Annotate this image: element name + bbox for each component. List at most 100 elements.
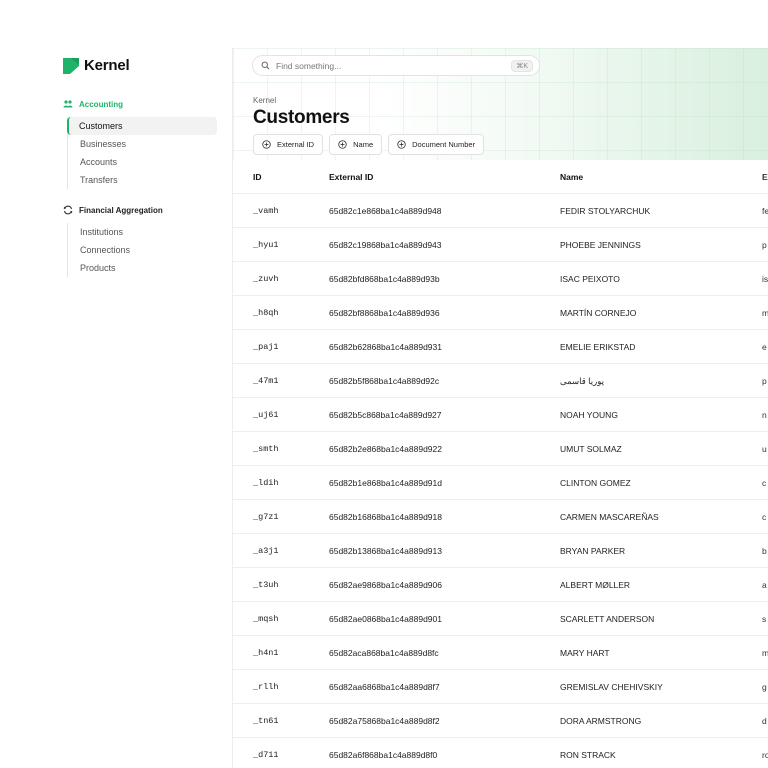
cell-name: BRYAN PARKER bbox=[560, 546, 626, 556]
financial-aggregation-nav: Institutions Connections Products bbox=[67, 223, 217, 277]
cell-name: ALBERT MØLLER bbox=[560, 580, 631, 590]
cell-name: PHOEBE JENNINGS bbox=[560, 240, 641, 250]
cell-external-id: 65d82a75868ba1c4a889d8f2 bbox=[329, 716, 440, 726]
table-row[interactable]: _a3j1 65d82b13868ba1c4a889d913 BRYAN PARKE… bbox=[233, 534, 768, 568]
column-header-email[interactable]: E bbox=[762, 160, 768, 194]
cell-id: _rllh bbox=[253, 682, 279, 692]
filter-name-button[interactable]: Name bbox=[329, 134, 383, 155]
cell-external-id: 65d82bf8868ba1c4a889d936 bbox=[329, 308, 440, 318]
cell-id: _h4n1 bbox=[253, 648, 279, 658]
cell-email: a bbox=[762, 580, 767, 590]
cell-email: m bbox=[762, 648, 768, 658]
table-row[interactable]: _zuvh 65d82bfd868ba1c4a889d93b ISAC PEIXOT… bbox=[233, 262, 768, 296]
cell-external-id: 65d82a6f868ba1c4a889d8f0 bbox=[329, 750, 438, 760]
cell-name: NOAH YOUNG bbox=[560, 410, 618, 420]
cell-name: SCARLETT ANDERSON bbox=[560, 614, 655, 624]
filter-label: External ID bbox=[277, 140, 315, 149]
cell-name: UMUT SOLMAZ bbox=[560, 444, 622, 454]
table-row[interactable]: _mqsh 65d82ae0868ba1c4a889d901 SCARLETT AN… bbox=[233, 602, 768, 636]
sidebar-section-accounting[interactable]: Accounting bbox=[63, 99, 123, 109]
table-row[interactable]: _rllh 65d82aa6868ba1c4a889d8f7 GREMISLAV C… bbox=[233, 670, 768, 704]
cell-email: e bbox=[762, 342, 767, 352]
table-row[interactable]: _47m1 65d82b5f868ba1c4a889d92c پوریا قاسمی… bbox=[233, 364, 768, 398]
cell-name: FEDIR STOLYARCHUK bbox=[560, 206, 651, 216]
customers-table: ID External ID Name E _vamh 65d82c1e868ba… bbox=[233, 160, 768, 768]
search-icon bbox=[261, 61, 270, 70]
table-row[interactable]: _vamh 65d82c1e868ba1c4a889d948 FEDIR STOLY… bbox=[233, 194, 768, 228]
app-logo[interactable]: Kernel bbox=[63, 57, 130, 74]
app-name: Kernel bbox=[84, 57, 130, 74]
filter-chips: External ID Name Document Number bbox=[253, 134, 485, 155]
sidebar-item-institutions[interactable]: Institutions bbox=[68, 223, 217, 241]
cell-email: fe bbox=[762, 206, 768, 216]
cell-name: EMELIE ERIKSTAD bbox=[560, 342, 636, 352]
cell-name: MARY HART bbox=[560, 648, 610, 658]
sidebar: Kernel Accounting Customers Businesses A… bbox=[0, 0, 232, 768]
cell-name: پوریا قاسمی bbox=[560, 376, 604, 386]
cell-email: c bbox=[762, 512, 767, 522]
table-row[interactable]: _hyu1 65d82c19868ba1c4a889d943 PHOEBE JENN… bbox=[233, 228, 768, 262]
table-row[interactable]: _d711 65d82a6f868ba1c4a889d8f0 RON STRACK r… bbox=[233, 738, 768, 768]
cell-id: _d711 bbox=[253, 750, 279, 760]
cell-name: ISAC PEIXOTO bbox=[560, 274, 620, 284]
cell-id: _vamh bbox=[253, 206, 279, 216]
cell-name: RON STRACK bbox=[560, 750, 616, 760]
table-row[interactable]: _uj61 65d82b5c868ba1c4a889d927 NOAH YOUNG n bbox=[233, 398, 768, 432]
cell-name: MARTÍN CORNEJO bbox=[560, 308, 637, 318]
cell-id: _ldih bbox=[253, 478, 279, 488]
table-row[interactable]: _h8qh 65d82bf8868ba1c4a889d936 MARTÍN CORN… bbox=[233, 296, 768, 330]
users-icon bbox=[63, 100, 73, 108]
search-bar[interactable]: ⌘K bbox=[252, 55, 540, 76]
sidebar-section-label: Accounting bbox=[79, 99, 123, 109]
search-shortcut-badge: ⌘K bbox=[511, 59, 533, 72]
table-header: ID External ID Name E bbox=[233, 160, 768, 194]
column-header-external-id[interactable]: External ID bbox=[329, 160, 549, 194]
sidebar-item-connections[interactable]: Connections bbox=[68, 241, 217, 259]
cell-email: is bbox=[762, 274, 768, 284]
cell-id: _a3j1 bbox=[253, 546, 279, 556]
column-header-name[interactable]: Name bbox=[560, 160, 750, 194]
table-row[interactable]: _t3uh 65d82ae9868ba1c4a889d906 ALBERT MØLL… bbox=[233, 568, 768, 602]
cell-id: _zuvh bbox=[253, 274, 279, 284]
table-row[interactable]: _smth 65d82b2e868ba1c4a889d922 UMUT SOLMAZ… bbox=[233, 432, 768, 466]
breadcrumb[interactable]: Kernel bbox=[253, 96, 276, 105]
cell-email: g bbox=[762, 682, 767, 692]
plus-circle-icon bbox=[262, 140, 271, 149]
kernel-logo-icon bbox=[63, 57, 79, 74]
plus-circle-icon bbox=[397, 140, 406, 149]
column-header-id[interactable]: ID bbox=[253, 160, 323, 194]
cell-email: s bbox=[762, 614, 767, 624]
search-input[interactable] bbox=[276, 60, 496, 71]
cell-external-id: 65d82b62868ba1c4a889d931 bbox=[329, 342, 442, 352]
sidebar-item-businesses[interactable]: Businesses bbox=[68, 135, 217, 153]
sidebar-item-products[interactable]: Products bbox=[68, 259, 217, 277]
table-row[interactable]: _tn61 65d82a75868ba1c4a889d8f2 DORA ARMSTR… bbox=[233, 704, 768, 738]
cell-external-id: 65d82ae0868ba1c4a889d901 bbox=[329, 614, 442, 624]
sidebar-item-customers[interactable]: Customers bbox=[67, 117, 217, 135]
cell-external-id: 65d82b1e868ba1c4a889d91d bbox=[329, 478, 442, 488]
cell-external-id: 65d82b5f868ba1c4a889d92c bbox=[329, 376, 440, 386]
table-row[interactable]: _g7z1 65d82b16868ba1c4a889d918 CARMEN MASC… bbox=[233, 500, 768, 534]
cell-name: CARMEN MASCAREÑAS bbox=[560, 512, 659, 522]
filter-document-number-button[interactable]: Document Number bbox=[388, 134, 485, 155]
sidebar-item-accounts[interactable]: Accounts bbox=[68, 153, 217, 171]
table-row[interactable]: _paj1 65d82b62868ba1c4a889d931 EMELIE ERIK… bbox=[233, 330, 768, 364]
accounting-nav: Customers Businesses Accounts Transfers bbox=[67, 117, 217, 189]
cell-email: d bbox=[762, 716, 767, 726]
table-body: _vamh 65d82c1e868ba1c4a889d948 FEDIR STOLY… bbox=[233, 194, 768, 768]
cell-name: DORA ARMSTRONG bbox=[560, 716, 642, 726]
sidebar-section-financial-aggregation[interactable]: Financial Aggregation bbox=[63, 205, 163, 215]
sidebar-item-transfers[interactable]: Transfers bbox=[68, 171, 217, 189]
filter-external-id-button[interactable]: External ID bbox=[253, 134, 324, 155]
page-title: Customers bbox=[253, 107, 350, 128]
table-row[interactable]: _ldih 65d82b1e868ba1c4a889d91d CLINTON GOM… bbox=[233, 466, 768, 500]
cell-id: _g7z1 bbox=[253, 512, 279, 522]
sidebar-section-label: Financial Aggregation bbox=[79, 205, 163, 215]
cell-id: _uj61 bbox=[253, 410, 279, 420]
cell-name: GREMISLAV CHEHIVSKIY bbox=[560, 682, 663, 692]
cell-external-id: 65d82b16868ba1c4a889d918 bbox=[329, 512, 442, 522]
filter-label: Name bbox=[353, 140, 374, 149]
cell-email: b bbox=[762, 546, 767, 556]
cell-external-id: 65d82b5c868ba1c4a889d927 bbox=[329, 410, 442, 420]
table-row[interactable]: _h4n1 65d82aca868ba1c4a889d8fc MARY HART m bbox=[233, 636, 768, 670]
